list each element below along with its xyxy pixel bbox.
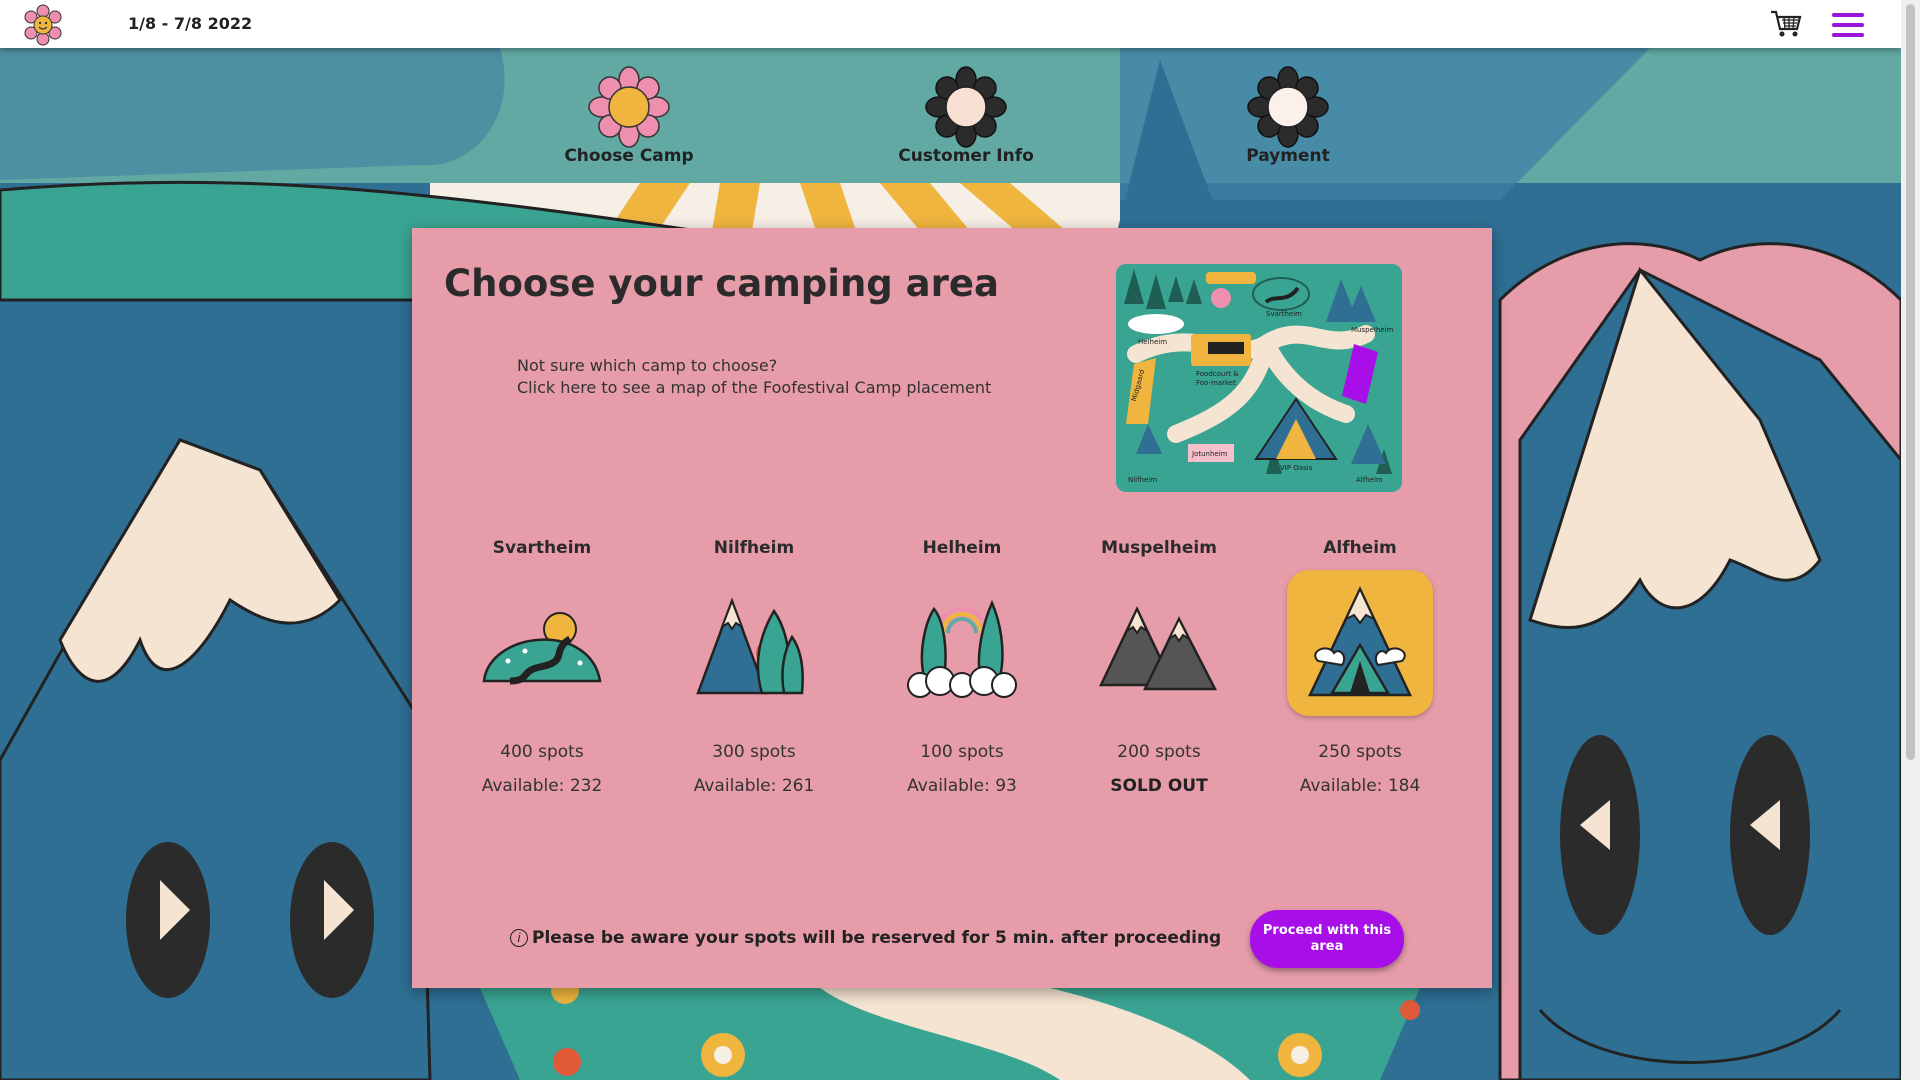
page-title: Choose your camping area [444, 262, 999, 305]
camp-image [469, 570, 615, 716]
flower-inactive-icon [925, 66, 1007, 148]
camp-availability: Available: 232 [481, 776, 603, 796]
camp-name: Helheim [922, 538, 1002, 558]
flower-inactive-icon [1247, 66, 1329, 148]
festival-date-range: 1/8 - 7/8 2022 [128, 14, 253, 33]
map-label-alfheim: Alfheim [1356, 476, 1383, 484]
camp-name: Alfheim [1323, 538, 1397, 558]
mountain-with-tent-icon [1308, 586, 1412, 697]
dark-mountains-icon [1099, 606, 1218, 691]
camp-availability-sold-out: SOLD OUT [1110, 776, 1208, 796]
step-label: Choose Camp [564, 146, 694, 166]
trees-with-rainbow-icon [907, 599, 1017, 698]
map-label-muspelheim: Muspelheim [1351, 326, 1394, 334]
camp-spots: 200 spots [1117, 742, 1201, 762]
reservation-notice: i Please be aware your spots will be rese… [510, 928, 1221, 948]
info-icon: i [510, 929, 528, 947]
map-label-jotunheim: Jotunheim [1191, 450, 1228, 458]
vertical-scrollbar[interactable] [1901, 0, 1920, 1080]
map-label-foomarket: Foo-market [1196, 379, 1236, 387]
camp-spots: 100 spots [920, 742, 1004, 762]
camp-name: Muspelheim [1101, 538, 1217, 558]
step-label: Customer Info [898, 146, 1034, 166]
camp-spots: 400 spots [500, 742, 584, 762]
mountain-with-trees-icon [696, 597, 804, 695]
map-label-svartheim: Svartheim [1266, 310, 1302, 318]
map-link[interactable]: Click here to see a map of the Foofestiv… [517, 377, 991, 399]
camp-name: Nilfheim [713, 538, 795, 558]
help-question: Not sure which camp to choose? [517, 356, 778, 375]
camp-name: Svartheim [492, 538, 592, 558]
camp-map-thumbnail[interactable]: Helheim Svartheim Muspelheim Foodcourt &… [1116, 264, 1402, 492]
hamburger-menu-icon[interactable] [1832, 13, 1864, 37]
camp-image [681, 570, 827, 716]
camp-option-nilfheim[interactable]: Nilfheim 300 spots Available: 261 [669, 538, 839, 796]
map-label-helheim: Helheim [1138, 338, 1167, 346]
map-label-vip: VIP Oasis [1280, 464, 1313, 472]
flower-logo-icon[interactable] [22, 4, 64, 46]
proceed-button[interactable]: Proceed with this area [1250, 910, 1404, 968]
top-navigation-bar: 1/8 - 7/8 2022 [0, 0, 1901, 48]
camp-option-helheim[interactable]: Helheim 100 spots Available: 93 [877, 538, 1047, 796]
step-choose-camp[interactable]: Choose Camp [539, 66, 719, 166]
step-payment[interactable]: Payment [1198, 66, 1378, 166]
flower-active-icon [588, 66, 670, 148]
camp-image [889, 570, 1035, 716]
camp-image [1086, 570, 1232, 716]
map-label-nilfheim: Nilfheim [1128, 476, 1157, 484]
camp-availability: Available: 93 [907, 776, 1017, 796]
map-label-foodcourt: Foodcourt & [1196, 370, 1239, 378]
camp-option-svartheim[interactable]: Svartheim 400 spots Available: 232 [457, 538, 627, 796]
reservation-notice-text: Please be aware your spots will be reser… [532, 928, 1222, 948]
step-label: Payment [1246, 146, 1330, 166]
map-help-text: Not sure which camp to choose? Click her… [517, 355, 991, 399]
shopping-cart-icon[interactable] [1770, 9, 1802, 39]
camp-selection-panel: Choose your camping area Not sure which … [412, 228, 1492, 988]
hill-with-sun-icon [482, 612, 602, 685]
camp-spots: 300 spots [712, 742, 796, 762]
camp-availability: Available: 184 [1299, 776, 1421, 796]
step-customer-info[interactable]: Customer Info [876, 66, 1056, 166]
camp-spots: 250 spots [1318, 742, 1402, 762]
camp-option-alfheim[interactable]: Alfheim 250 spots Available: 184 [1275, 538, 1445, 796]
camp-option-muspelheim[interactable]: Muspelheim 200 spots SOLD OUT [1074, 538, 1244, 796]
camp-image-selected [1287, 570, 1433, 716]
camp-availability: Available: 261 [693, 776, 815, 796]
scrollbar-thumb[interactable] [1906, 4, 1915, 760]
